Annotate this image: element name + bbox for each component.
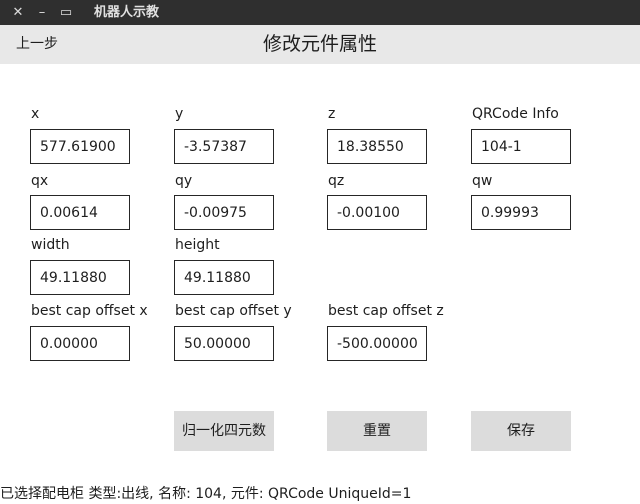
cap-offset-x-label: best cap offset x — [31, 303, 148, 319]
back-button[interactable]: 上一步 — [16, 25, 58, 64]
save-button[interactable]: 保存 — [471, 411, 571, 451]
normalize-quaternion-button[interactable]: 归一化四元数 — [174, 411, 274, 451]
cap-offset-y-label: best cap offset y — [175, 303, 292, 319]
close-icon[interactable]: ✕ — [10, 0, 26, 25]
cap-offset-z-label: best cap offset z — [328, 303, 444, 319]
cap-offset-y-field[interactable] — [174, 326, 274, 361]
qx-field[interactable] — [30, 195, 130, 230]
height-label: height — [175, 237, 220, 253]
z-label: z — [328, 106, 336, 122]
window-titlebar: ✕ – ▭ 机器人示教 — [0, 0, 640, 25]
z-field[interactable] — [327, 129, 427, 164]
cap-offset-z-field[interactable] — [327, 326, 427, 361]
qw-field[interactable] — [471, 195, 571, 230]
qy-label: qy — [175, 173, 193, 189]
qw-label: qw — [472, 173, 493, 189]
width-label: width — [31, 237, 70, 253]
x-label: x — [31, 106, 40, 122]
qz-field[interactable] — [327, 195, 427, 230]
y-field[interactable] — [174, 129, 274, 164]
qrcode-info-label: QRCode Info — [472, 106, 559, 122]
qz-label: qz — [328, 173, 345, 189]
cap-offset-x-field[interactable] — [30, 326, 130, 361]
qrcode-info-field[interactable] — [471, 129, 571, 164]
minimize-icon[interactable]: – — [34, 0, 50, 25]
reset-button[interactable]: 重置 — [327, 411, 427, 451]
maximize-icon[interactable]: ▭ — [58, 0, 74, 25]
status-text: 已选择配电柜 类型:出线, 名称: 104, 元件: QRCode Unique… — [0, 486, 412, 502]
qx-label: qx — [31, 173, 49, 189]
qy-field[interactable] — [174, 195, 274, 230]
x-field[interactable] — [30, 129, 130, 164]
height-field[interactable] — [174, 260, 274, 295]
page-title: 修改元件属性 — [262, 33, 377, 55]
page-header: 修改元件属性 上一步 — [0, 25, 640, 64]
y-label: y — [175, 106, 184, 122]
window-title: 机器人示教 — [94, 5, 160, 20]
width-field[interactable] — [30, 260, 130, 295]
